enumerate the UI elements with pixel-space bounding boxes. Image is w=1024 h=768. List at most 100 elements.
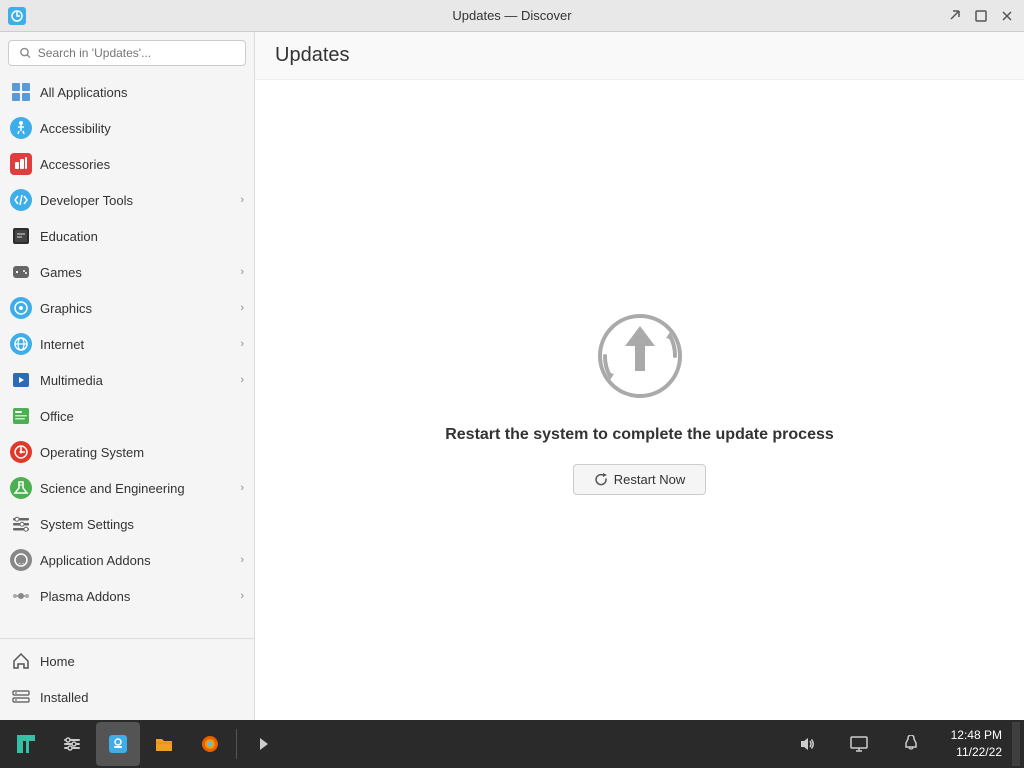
window-title: Updates — Discover bbox=[452, 8, 571, 23]
clock-date: 11/22/22 bbox=[951, 744, 1002, 761]
developer-tools-label: Developer Tools bbox=[40, 193, 232, 208]
all-applications-icon bbox=[10, 81, 32, 103]
taskbar-clock[interactable]: 12:48 PM 11/22/22 bbox=[943, 727, 1010, 761]
internet-label: Internet bbox=[40, 337, 232, 352]
taskbar: 12:48 PM 11/22/22 bbox=[0, 720, 1024, 768]
restart-button-label: Restart Now bbox=[614, 472, 686, 487]
multimedia-chevron: › bbox=[240, 374, 244, 386]
plasmadd-icon bbox=[10, 585, 32, 607]
accessories-label: Accessories bbox=[40, 157, 244, 172]
sidebar-item-multimedia[interactable]: Multimedia › bbox=[0, 362, 254, 398]
titlebar: Updates — Discover bbox=[0, 0, 1024, 32]
accessibility-label: Accessibility bbox=[40, 121, 244, 136]
sidebar-item-plasma-addons[interactable]: Plasma Addons › bbox=[0, 578, 254, 614]
restart-now-button[interactable]: Restart Now bbox=[573, 464, 707, 495]
sidebar-item-office[interactable]: Office bbox=[0, 398, 254, 434]
sidebar-item-all-applications[interactable]: All Applications bbox=[0, 74, 254, 110]
taskbar-separator-1 bbox=[236, 729, 237, 759]
multimedia-label: Multimedia bbox=[40, 373, 232, 388]
internet-icon bbox=[10, 333, 32, 355]
sidebar: All Applications Accessibility bbox=[0, 32, 255, 720]
sidebar-item-education[interactable]: Education bbox=[0, 218, 254, 254]
sysset-icon bbox=[10, 513, 32, 535]
all-applications-label: All Applications bbox=[40, 85, 244, 100]
main-body: Restart the system to complete the updat… bbox=[255, 80, 1024, 720]
operating-system-label: Operating System bbox=[40, 445, 244, 460]
search-input[interactable] bbox=[38, 46, 235, 60]
developer-tools-chevron: › bbox=[240, 194, 244, 206]
taskbar-discover[interactable] bbox=[96, 722, 140, 766]
education-icon bbox=[10, 225, 32, 247]
screen-icon[interactable] bbox=[837, 722, 881, 766]
sidebar-item-application-addons[interactable]: … Application Addons › bbox=[0, 542, 254, 578]
taskbar-files[interactable] bbox=[142, 722, 186, 766]
plasma-chevron: › bbox=[240, 590, 244, 602]
sidebar-item-settings[interactable]: Settings bbox=[0, 715, 254, 720]
sidebar-item-science-engineering[interactable]: Science and Engineering › bbox=[0, 470, 254, 506]
app-icon bbox=[8, 7, 26, 25]
plasma-addons-label: Plasma Addons bbox=[40, 589, 232, 604]
installed-icon bbox=[10, 686, 32, 708]
accessibility-icon bbox=[10, 117, 32, 139]
sidebar-item-developer-tools[interactable]: Developer Tools › bbox=[0, 182, 254, 218]
home-label: Home bbox=[40, 654, 244, 669]
main-window: All Applications Accessibility bbox=[0, 32, 1024, 720]
taskbar-settings[interactable] bbox=[50, 722, 94, 766]
graphics-icon bbox=[10, 297, 32, 319]
systray bbox=[777, 722, 941, 766]
installed-label: Installed bbox=[40, 690, 244, 705]
sidebar-item-internet[interactable]: Internet › bbox=[0, 326, 254, 362]
science-chevron: › bbox=[240, 482, 244, 494]
education-label: Education bbox=[40, 229, 244, 244]
sidebar-item-home[interactable]: Home bbox=[0, 643, 254, 679]
clock-time: 12:48 PM bbox=[951, 727, 1002, 744]
office-icon bbox=[10, 405, 32, 427]
search-box[interactable] bbox=[8, 40, 246, 66]
update-message: Restart the system to complete the updat… bbox=[445, 426, 834, 444]
sidebar-item-installed[interactable]: Installed bbox=[0, 679, 254, 715]
devtools-icon bbox=[10, 189, 32, 211]
taskbar-firefox[interactable] bbox=[188, 722, 232, 766]
notifications-icon[interactable] bbox=[889, 722, 933, 766]
maximize-button[interactable] bbox=[972, 7, 990, 25]
sidebar-item-accessibility[interactable]: Accessibility bbox=[0, 110, 254, 146]
sidebar-categories: All Applications Accessibility bbox=[0, 74, 254, 720]
main-header: Updates bbox=[255, 32, 1024, 80]
games-chevron: › bbox=[240, 266, 244, 278]
page-title: Updates bbox=[275, 44, 1004, 67]
multimedia-icon bbox=[10, 369, 32, 391]
sidebar-divider bbox=[0, 638, 254, 639]
sidebar-item-games[interactable]: Games › bbox=[0, 254, 254, 290]
sidebar-item-operating-system[interactable]: Operating System bbox=[0, 434, 254, 470]
games-label: Games bbox=[40, 265, 232, 280]
application-addons-label: Application Addons bbox=[40, 553, 232, 568]
system-settings-label: System Settings bbox=[40, 517, 244, 532]
graphics-label: Graphics bbox=[40, 301, 232, 316]
taskbar-more[interactable] bbox=[241, 722, 285, 766]
minimize-button[interactable] bbox=[946, 7, 964, 25]
close-button[interactable] bbox=[998, 7, 1016, 25]
accessories-icon bbox=[10, 153, 32, 175]
opsystem-icon bbox=[10, 441, 32, 463]
window-controls bbox=[946, 7, 1016, 25]
taskbar-manjaro[interactable] bbox=[4, 722, 48, 766]
home-icon bbox=[10, 650, 32, 672]
sidebar-item-graphics[interactable]: Graphics › bbox=[0, 290, 254, 326]
science-engineering-label: Science and Engineering bbox=[40, 481, 232, 496]
sidebar-item-accessories[interactable]: Accessories bbox=[0, 146, 254, 182]
show-desktop-button[interactable] bbox=[1012, 722, 1020, 766]
restart-icon bbox=[594, 472, 608, 486]
games-icon bbox=[10, 261, 32, 283]
update-icon bbox=[590, 306, 690, 406]
appadd-icon: … bbox=[10, 549, 32, 571]
search-icon bbox=[19, 46, 32, 60]
sidebar-item-system-settings[interactable]: System Settings bbox=[0, 506, 254, 542]
svg-text:…: … bbox=[18, 556, 28, 567]
main-content: Updates Restart the system to complete t… bbox=[255, 32, 1024, 720]
office-label: Office bbox=[40, 409, 244, 424]
appadd-chevron: › bbox=[240, 554, 244, 566]
graphics-chevron: › bbox=[240, 302, 244, 314]
science-icon bbox=[10, 477, 32, 499]
internet-chevron: › bbox=[240, 338, 244, 350]
volume-icon[interactable] bbox=[785, 722, 829, 766]
